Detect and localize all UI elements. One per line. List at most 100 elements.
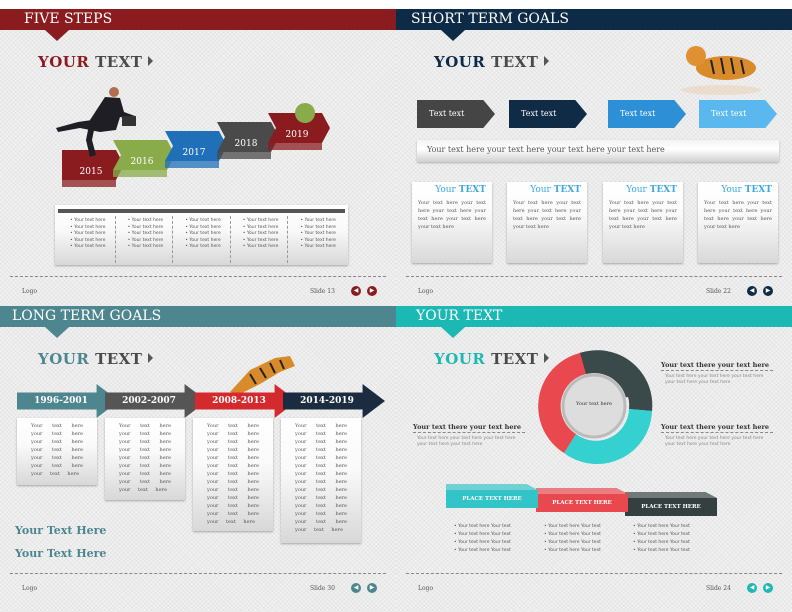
goal-card: Your TEXT Your text here your text here y… — [507, 182, 587, 263]
card-body: Your text here your text here your text … — [609, 200, 677, 230]
tiger-icon — [681, 46, 761, 95]
bullet-item: • Your text here Your text — [454, 540, 511, 545]
step-label: 2015 — [80, 167, 103, 177]
card-body: Your text here your text here your text … — [418, 200, 486, 230]
bullet-item: • Your text here Your text — [454, 524, 511, 529]
table-column: • Your text here • Your text here • Your t… — [231, 216, 289, 263]
your-word: YOUR — [38, 350, 90, 368]
table-top-bar — [58, 209, 345, 213]
footer-divider — [406, 276, 782, 277]
bullet-item: • Your text here — [127, 244, 164, 249]
top-margin — [396, 0, 792, 9]
bullet-item: • Your text here — [300, 244, 336, 249]
place-arrow: PLACE TEXT HERE — [625, 498, 717, 516]
card-title-light: Your — [721, 185, 742, 195]
prev-button[interactable]: ◀ — [747, 583, 757, 593]
next-button[interactable]: ▶ — [367, 583, 377, 593]
bullet-item: • Your text here Your text — [454, 548, 511, 553]
next-button[interactable]: ▶ — [763, 286, 773, 296]
period-card: Your text here your text here your text … — [281, 418, 361, 543]
text-block: Your text there your text here Your text … — [413, 423, 525, 448]
card-title-bold: TEXT — [458, 185, 486, 195]
period-card: Your text here your text here your text … — [17, 418, 97, 485]
table-column: • Your text here • Your text here • Your t… — [173, 216, 231, 263]
place-arrow: PLACE TEXT HERE — [536, 494, 628, 512]
bullet-item: • Your text here Your text — [633, 524, 690, 529]
slide-five-steps[interactable]: FIVE STEPS YOUR TEXT 2015 2016 2017 2018 201… — [0, 0, 396, 306]
place-arrow: PLACE TEXT HERE — [446, 490, 538, 508]
card-title-bold: TEXT — [553, 185, 581, 195]
card-title: Your TEXT — [513, 185, 581, 195]
footer-divider — [10, 573, 386, 574]
next-button[interactable]: ▶ — [763, 583, 773, 593]
timeline-arrow: 1996-2001 — [17, 384, 119, 418]
card-title: Your TEXT — [609, 185, 677, 195]
ring-diagram — [538, 350, 653, 465]
prev-button[interactable]: ◀ — [351, 583, 361, 593]
bullet-item: • Your text here — [185, 244, 221, 249]
text-word: TEXT — [491, 53, 539, 71]
text-block-body: Your text here your text here your text … — [665, 374, 764, 385]
timeline-arrow: 2002-2007 — [105, 384, 207, 418]
your-text-heading: YOUR TEXT — [434, 53, 550, 71]
bullet-item: • Your text here Your text — [454, 532, 511, 537]
card-title: Your TEXT — [704, 185, 772, 195]
text-block-body: Your text here your text here your text … — [417, 436, 516, 447]
table-column: • Your text here • Your text here • Your t… — [288, 216, 345, 263]
text-block: Your text there your text here Your text … — [661, 361, 773, 386]
bullet-list: • Your text here Your text • Your text he… — [633, 523, 713, 555]
bullet-item: • Your text here Your text — [544, 540, 601, 545]
period-card: Your text here your text here your text … — [193, 418, 273, 531]
ball-icon — [295, 103, 315, 123]
goal-arrow: Text text — [417, 100, 495, 128]
slide-short-term-goals[interactable]: SHORT TERM GOALS YOUR TEXT Your text her… — [396, 0, 792, 306]
text-word: TEXT — [95, 350, 143, 368]
leaping-tiger-icon — [230, 356, 295, 394]
text-block-body: Your text here your text here your text … — [665, 436, 764, 447]
slide-long-term-goals[interactable]: LONG TERM GOALS YOUR TEXT Your Text Here… — [0, 306, 396, 612]
bullet-item: • Your text here — [242, 244, 279, 249]
footer-divider — [406, 573, 782, 574]
footer-logo: Logo — [418, 288, 434, 295]
goal-card: Your TEXT Your text here your text here y… — [698, 182, 778, 263]
slide-number: Slide 22 — [706, 288, 731, 295]
ring-center-label: Your text here — [576, 401, 612, 407]
text-block-title: Your text there your text here — [661, 361, 773, 371]
card-title-light: Your — [626, 185, 647, 195]
bullet-item: • Your text here Your text — [633, 548, 690, 553]
slide-your-text[interactable]: YOUR TEXT YOUR TEXT Your text here Logo … — [396, 306, 792, 612]
slide-header: LONG TERM GOALS — [0, 306, 396, 327]
link-your-text-here-2[interactable]: Your Text Here — [15, 547, 106, 560]
period-card: Your text here your text here your text … — [105, 418, 185, 500]
step-label: 2018 — [235, 139, 258, 149]
card-title-light: Your — [435, 185, 456, 195]
goal-card: Your TEXT Your text here your text here y… — [412, 182, 492, 263]
bullet-item: • Your text here Your text — [544, 532, 601, 537]
your-text-heading: YOUR TEXT — [38, 350, 154, 368]
goal-card: Your TEXT Your text here your text here y… — [603, 182, 683, 263]
steps-table: • Your text here • Your text here • Your t… — [55, 205, 348, 265]
footer-logo: Logo — [22, 288, 38, 295]
footer-divider — [10, 276, 386, 277]
prev-button[interactable]: ◀ — [747, 286, 757, 296]
prev-button[interactable]: ◀ — [351, 286, 361, 296]
link-your-text-here-1[interactable]: Your Text Here — [15, 524, 106, 537]
slide-number: Slide 13 — [310, 288, 335, 295]
card-title-bold: TEXT — [649, 185, 677, 195]
step-2017: 2017 — [165, 131, 227, 168]
table-column: • Your text here • Your text here • Your t… — [116, 216, 174, 263]
text-block-title: Your text there your text here — [413, 423, 525, 433]
card-title-light: Your — [530, 185, 551, 195]
step-label: 2019 — [286, 130, 309, 140]
next-button[interactable]: ▶ — [367, 286, 377, 296]
card-title: Your TEXT — [418, 185, 486, 195]
text-block-title: Your text there your text here — [661, 423, 773, 433]
goal-arrow: Text text — [699, 100, 777, 128]
text-block: Your text there your text here Your text … — [661, 423, 773, 448]
bullet-item: • Your text here Your text — [544, 548, 601, 553]
banner: Your text here your text here your text … — [417, 140, 779, 162]
bullet-list: • Your text here Your text • Your text he… — [544, 523, 624, 555]
bullet-item: • Your text here Your text — [633, 532, 690, 537]
triangle-right-icon — [544, 56, 550, 66]
header-notch — [45, 327, 69, 338]
